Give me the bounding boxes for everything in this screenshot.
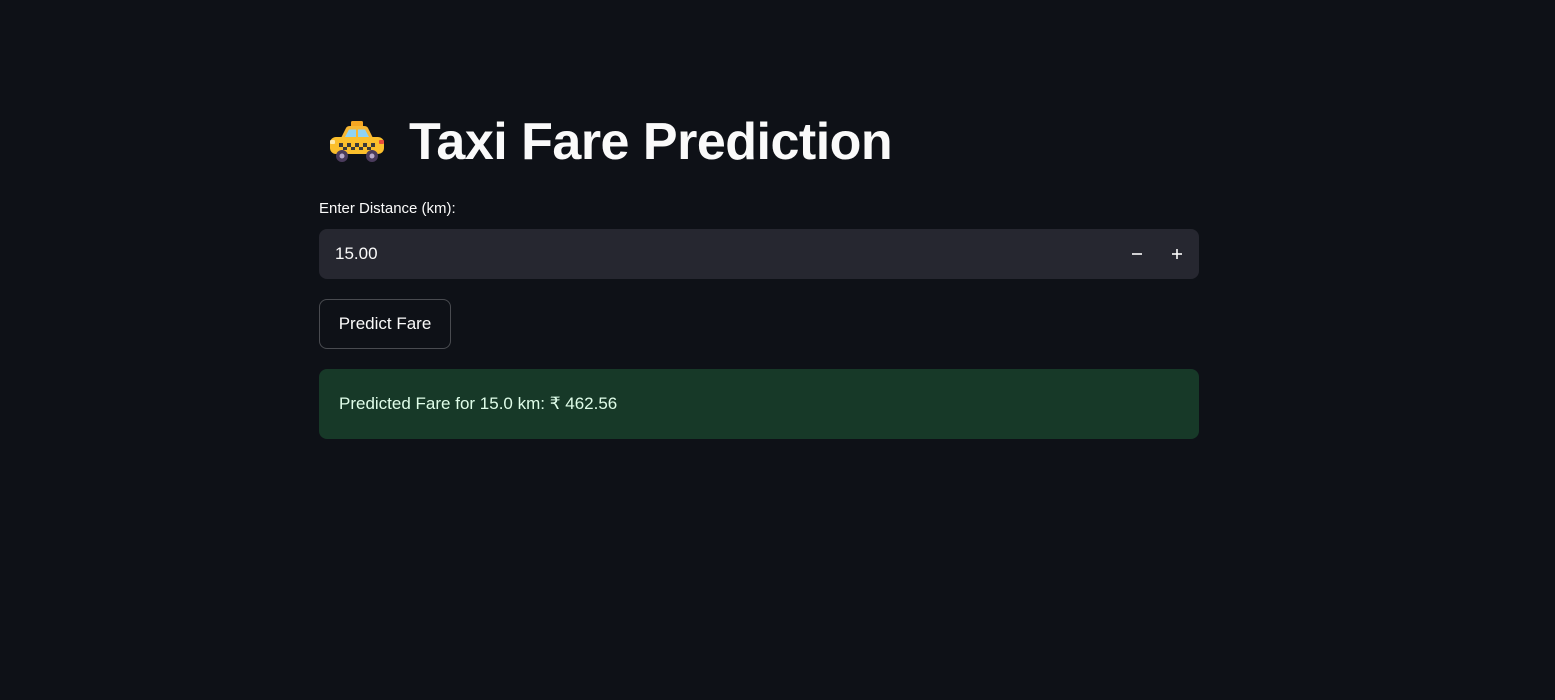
taxi-icon	[327, 120, 387, 164]
title-row: Taxi Fare Prediction	[319, 110, 893, 174]
distance-value[interactable]: 15.00	[335, 229, 378, 279]
predict-fare-button[interactable]: Predict Fare	[319, 299, 451, 349]
prediction-result-text: Predicted Fare for 15.0 km: ₹ 462.56	[339, 394, 618, 413]
plus-icon	[1172, 249, 1182, 259]
minus-icon	[1132, 253, 1142, 255]
prediction-result-alert: Predicted Fare for 15.0 km: ₹ 462.56	[319, 369, 1199, 439]
distance-number-input[interactable]: 15.00	[319, 229, 1199, 279]
increment-button[interactable]	[1157, 229, 1197, 279]
page-title: Taxi Fare Prediction	[409, 113, 893, 171]
decrement-button[interactable]	[1117, 229, 1157, 279]
distance-label: Enter Distance (km):	[319, 200, 456, 217]
